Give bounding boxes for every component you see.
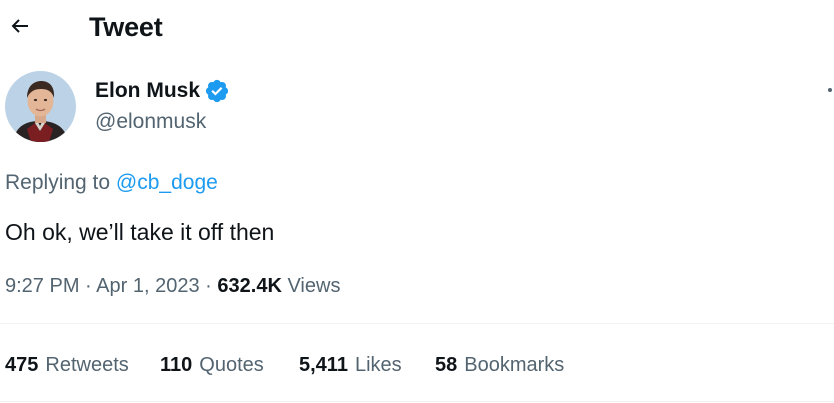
more-options-icon bbox=[828, 88, 832, 92]
stat-count: 5,411 bbox=[299, 354, 348, 376]
arrow-left-icon bbox=[11, 19, 28, 33]
stat-label: Likes bbox=[354, 354, 402, 376]
stat-label: Retweets bbox=[45, 354, 129, 376]
author-handle[interactable]: @elonmusk bbox=[95, 109, 206, 135]
stat-count: 58 bbox=[435, 354, 458, 376]
author-name: Elon Musk bbox=[95, 79, 201, 102]
replying-to-label: Replying to bbox=[5, 171, 111, 194]
back-button[interactable] bbox=[0, 6, 40, 46]
replying-to: Replying to @cb_doge bbox=[5, 170, 218, 196]
quotes-stat[interactable]: 110 Quotes bbox=[160, 352, 264, 378]
meta-separator: · bbox=[85, 275, 92, 297]
retweets-stat[interactable]: 475 Retweets bbox=[5, 352, 129, 378]
stat-count: 475 bbox=[5, 354, 39, 376]
views-count: 632.4K bbox=[217, 275, 282, 297]
more-options-button[interactable] bbox=[822, 80, 834, 100]
tweet-meta: 9:27 PM · Apr 1, 2023 · 632.4K Views bbox=[5, 273, 340, 299]
likes-stat[interactable]: 5,411 Likes bbox=[299, 352, 402, 378]
tweet-date[interactable]: Apr 1, 2023 bbox=[96, 275, 199, 297]
divider bbox=[0, 323, 834, 324]
avatar-image bbox=[5, 71, 76, 142]
stat-count: 110 bbox=[160, 354, 193, 376]
bookmarks-stat[interactable]: 58 Bookmarks bbox=[435, 352, 564, 378]
stat-label: Quotes bbox=[199, 354, 264, 376]
tweet-time[interactable]: 9:27 PM bbox=[5, 275, 79, 297]
divider bbox=[0, 401, 834, 402]
page-title: Tweet bbox=[89, 12, 163, 42]
meta-separator: · bbox=[205, 275, 212, 297]
header: Tweet bbox=[0, 0, 834, 56]
author-name-link[interactable]: Elon Musk bbox=[95, 78, 230, 104]
avatar[interactable] bbox=[5, 71, 76, 142]
tweet-text: Oh ok, we’ll take it off then bbox=[5, 219, 275, 245]
stat-label: Bookmarks bbox=[464, 354, 565, 376]
views-label: Views bbox=[287, 275, 341, 297]
reply-mention-link[interactable]: @cb_doge bbox=[116, 171, 218, 194]
verified-badge-icon bbox=[204, 78, 230, 104]
